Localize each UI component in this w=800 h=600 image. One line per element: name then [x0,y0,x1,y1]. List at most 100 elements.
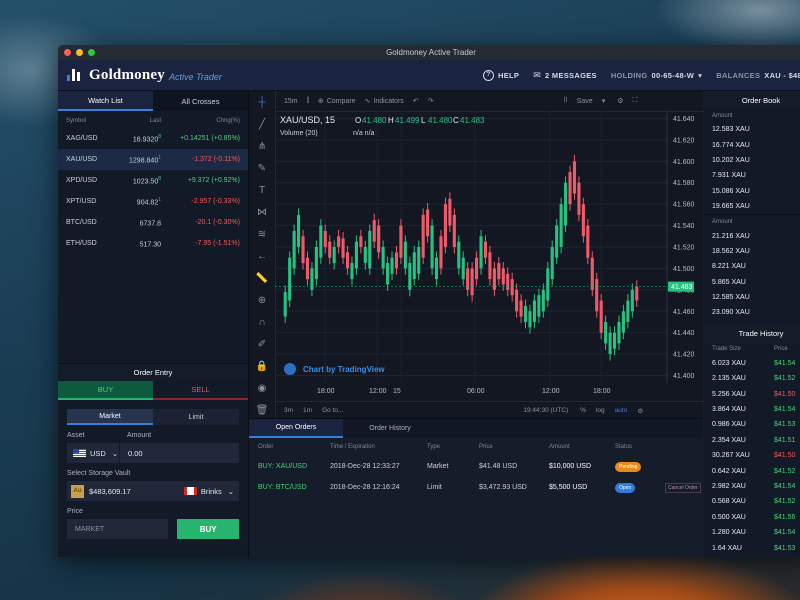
candle[interactable] [590,257,594,290]
watchlist-row[interactable]: XAG/USD 16.93208 +0.14251 (+0.85%) [58,128,248,149]
arrow-icon[interactable]: ← [249,245,275,267]
crosshair-icon[interactable]: ┼ [249,91,275,113]
candle[interactable] [523,305,528,322]
candle[interactable] [528,311,532,328]
compare-button[interactable]: Compare [327,98,356,105]
magnet-icon[interactable]: ∩ [249,311,275,333]
tab-open-orders[interactable]: Open Orders [249,419,343,438]
holding-selector[interactable]: HOLDING 00-65-48-W ▾ [611,71,702,80]
amount-input[interactable]: 0.00 [128,449,143,458]
candle[interactable] [608,332,612,355]
candle[interactable] [635,286,639,301]
candle[interactable] [377,225,381,253]
lock-icon[interactable]: 🔒 [249,355,275,377]
price-chart[interactable]: 41.640 41.620 41.600 41.580 41.560 41.540 41.5… [275,111,703,401]
candle[interactable] [537,295,541,317]
text-icon[interactable]: T [249,179,275,201]
indicators-button[interactable]: Indicators [373,98,403,105]
candle[interactable] [448,198,452,226]
candle[interactable] [604,321,608,344]
candle[interactable] [555,225,559,258]
candle[interactable] [577,182,581,215]
tradingview-watermark[interactable]: Chart by TradingView [303,365,385,374]
interval-button[interactable]: 15m [284,98,298,105]
log-toggle[interactable]: log [596,407,605,414]
candle[interactable] [292,230,296,269]
candle[interactable] [501,268,505,285]
candle[interactable] [457,241,461,269]
candle[interactable] [550,247,554,280]
candle[interactable] [497,263,501,280]
pencil-lock-icon[interactable]: ✐ [249,333,275,355]
candle[interactable] [443,204,447,247]
candle[interactable] [515,289,519,312]
candle[interactable] [439,236,443,269]
buy-button[interactable]: BUY [177,519,239,539]
candle[interactable] [572,161,577,194]
auto-toggle[interactable]: auto [615,407,628,414]
buy-tab[interactable]: BUY [58,381,153,400]
candle[interactable] [305,257,310,280]
candle[interactable] [426,209,430,237]
candle[interactable] [612,332,617,349]
tab-limit[interactable]: Limit [153,409,239,425]
candle[interactable] [626,300,630,322]
gear-icon[interactable]: ⚙ [637,407,643,415]
candle[interactable] [381,247,385,269]
candle[interactable] [470,268,474,296]
candle-type-icon[interactable]: ⫿ [307,97,309,105]
candle[interactable] [314,247,318,280]
candle[interactable] [345,252,350,269]
currency-select[interactable]: USD ⌄ [67,443,120,463]
save-button[interactable]: Save [577,98,593,105]
candle[interactable] [319,225,323,258]
candle[interactable] [519,300,523,317]
candle[interactable] [363,247,367,264]
range-3m[interactable]: 3m [284,407,293,414]
candle[interactable] [475,257,479,280]
candle[interactable] [412,252,416,280]
order-row[interactable]: BUY: BTC/USD 2018-Dec-28 12:16:24 Limit $3,… [249,477,703,498]
candle[interactable] [332,247,336,264]
camera-icon[interactable]: ⌷ [564,97,568,105]
candle[interactable] [595,279,599,312]
candle[interactable] [288,257,292,301]
candlestick-chart[interactable]: 41.640 41.620 41.600 41.580 41.560 41.540 41.5… [275,111,703,401]
watchlist-row[interactable]: XPT/USD 904.821 -2.957 (-0.33%) [58,191,248,212]
pitchfork-icon[interactable]: ⋔ [249,135,275,157]
zoom-icon[interactable]: ⊕ [249,289,275,311]
candle[interactable] [434,257,439,280]
candle[interactable] [394,252,399,269]
candle[interactable] [479,236,483,269]
candle[interactable] [337,236,341,247]
candle[interactable] [399,225,403,258]
candle[interactable] [301,236,305,264]
cancel-order-button[interactable]: Cancel Order [665,483,701,493]
candle[interactable] [559,204,563,247]
candle[interactable] [599,300,603,333]
candle[interactable] [386,263,390,285]
candle[interactable] [354,241,358,269]
candle[interactable] [586,225,590,258]
vault-select[interactable]: Au $483,609.17 Brinks ⌄ [67,481,239,501]
range-1m[interactable]: 1m [303,407,312,414]
order-row[interactable]: BUY: XAU/USD 2018-Dec-28 12:33:27 Market $4… [249,456,703,477]
watchlist-row[interactable]: ETH/USD 517.30 -7.95 (-1.51%) [58,233,248,254]
tab-watch-list[interactable]: Watch List [58,91,153,111]
watchlist-row[interactable]: BTC/USD 6737.8 -20.1 (-0.30%) [58,212,248,233]
candle[interactable] [328,241,332,258]
eye-icon[interactable]: ◉ [249,377,275,399]
candle[interactable] [368,230,372,269]
redo-icon[interactable]: ↷ [428,97,434,105]
candle[interactable] [350,263,354,280]
candle[interactable] [617,321,621,344]
candle[interactable] [483,241,488,258]
sell-tab[interactable]: SELL [153,381,248,400]
candle[interactable] [488,252,492,280]
messages-link[interactable]: ✉ 2 MESSAGES [533,70,597,81]
candle[interactable] [510,279,514,296]
watchlist-row[interactable]: XAU/USD 1298.8401 -1.372 (-0.11%) [58,149,248,170]
candle[interactable] [403,241,407,269]
balances-display[interactable]: BALANCES XAU - $486 [716,71,800,80]
candle[interactable] [621,311,625,333]
